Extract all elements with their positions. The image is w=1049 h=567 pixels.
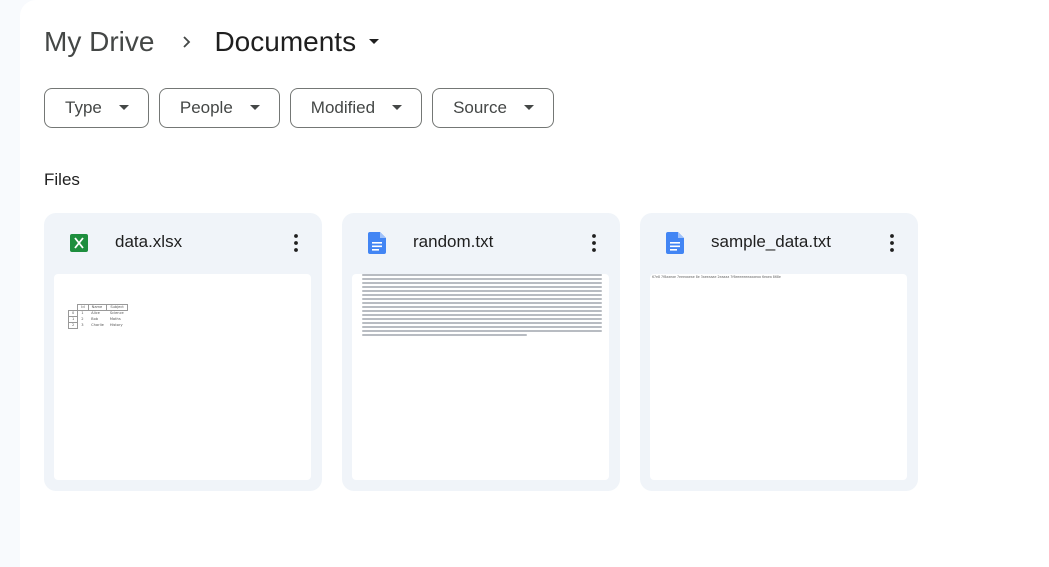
spreadsheet-preview: Id Name Subject 0 1 Alice Science 1 2 Bo… xyxy=(67,304,128,329)
filter-type-chip[interactable]: Type xyxy=(44,88,149,128)
filter-source-chip[interactable]: Source xyxy=(432,88,554,128)
file-thumbnail: 67e8 7f8aaeae 7eeeaaeae 8e 3aeeaaae 2eaa… xyxy=(650,274,907,480)
caret-down-icon xyxy=(387,98,407,118)
filter-people-label: People xyxy=(179,98,233,117)
breadcrumb: My Drive Documents xyxy=(44,22,386,62)
caret-down-icon xyxy=(114,98,134,118)
file-card-random-txt[interactable]: random.txt xyxy=(342,213,620,491)
caret-down-icon xyxy=(362,30,386,54)
more-vert-icon[interactable] xyxy=(878,229,906,257)
file-thumbnail: Id Name Subject 0 1 Alice Science 1 2 Bo… xyxy=(54,274,311,480)
file-name: data.xlsx xyxy=(115,232,183,251)
filter-modified-chip[interactable]: Modified xyxy=(289,88,423,128)
filter-people-chip[interactable]: People xyxy=(158,88,280,128)
main-panel: My Drive Documents Type People Modified xyxy=(20,0,1049,567)
filter-modified-label: Modified xyxy=(310,98,376,117)
chevron-right-icon xyxy=(166,22,206,62)
file-name: sample_data.txt xyxy=(711,232,832,251)
breadcrumb-documents: Documents xyxy=(214,26,357,57)
files-section-title: Files xyxy=(44,170,80,189)
sheets-icon xyxy=(68,232,90,254)
filter-source-label: Source xyxy=(453,98,507,117)
more-vert-icon[interactable] xyxy=(282,229,310,257)
file-card-sample-data-txt[interactable]: sample_data.txt 67e8 7f8aaeae 7eeeaaeae … xyxy=(640,213,918,491)
file-name: random.txt xyxy=(413,232,494,251)
text-preview: 67e8 7f8aaeae 7eeeaaeae 8e 3aeeaaae 2eaa… xyxy=(652,275,781,279)
caret-down-icon xyxy=(245,98,265,118)
filter-type-label: Type xyxy=(65,98,102,117)
breadcrumb-my-drive[interactable]: My Drive xyxy=(44,24,160,60)
file-card-data-xlsx[interactable]: data.xlsx Id Name Subject 0 1 Alice Scie… xyxy=(44,213,322,491)
file-grid: data.xlsx Id Name Subject 0 1 Alice Scie… xyxy=(44,213,918,491)
doc-icon xyxy=(366,232,388,254)
breadcrumb-documents-button[interactable]: Documents xyxy=(212,26,386,58)
file-thumbnail xyxy=(352,274,609,480)
caret-down-icon xyxy=(519,98,539,118)
doc-icon xyxy=(664,232,686,254)
more-vert-icon[interactable] xyxy=(580,229,608,257)
filter-bar: Type People Modified Source xyxy=(44,88,554,128)
text-preview xyxy=(362,274,602,336)
